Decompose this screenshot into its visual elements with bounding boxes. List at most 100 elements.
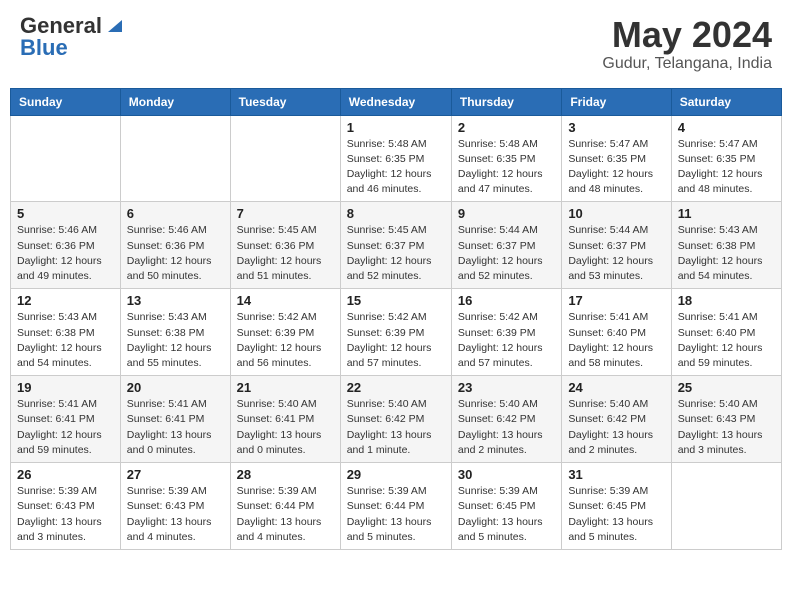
day-number: 16: [458, 293, 555, 308]
calendar-cell: 27Sunrise: 5:39 AM Sunset: 6:43 PM Dayli…: [120, 463, 230, 550]
day-number: 6: [127, 206, 224, 221]
day-of-week-header: Thursday: [451, 88, 561, 115]
calendar-cell: 2 Sunrise: 5:48 AM Sunset: 6:35 PM Daylig…: [451, 115, 561, 202]
day-info: Sunrise: 5:39 AM Sunset: 6:44 PM Dayligh…: [237, 484, 334, 545]
day-info: Sunrise: 5:46 AM Sunset: 6:36 PM Dayligh…: [127, 223, 224, 284]
day-info: Sunrise: 5:48 AM Sunset: 6:35 PM Dayligh…: [347, 137, 445, 198]
day-info: Sunrise: 5:40 AM Sunset: 6:43 PM Dayligh…: [678, 397, 775, 458]
day-of-week-header: Sunday: [11, 88, 121, 115]
calendar-cell: [230, 115, 340, 202]
calendar-cell: 22 Sunrise: 5:40 AM Sunset: 6:42 PM Dayli…: [340, 376, 451, 463]
day-number: 14: [237, 293, 334, 308]
day-info: Sunrise: 5:43 AM Sunset: 6:38 PM Dayligh…: [17, 310, 114, 371]
calendar-cell: 14 Sunrise: 5:42 AM Sunset: 6:39 PM Dayli…: [230, 289, 340, 376]
logo: General Blue: [20, 15, 122, 59]
calendar-cell: 12 Sunrise: 5:43 AM Sunset: 6:38 PM Dayli…: [11, 289, 121, 376]
day-number: 11: [678, 206, 775, 221]
day-number: 5: [17, 206, 114, 221]
calendar-cell: 8Sunrise: 5:45 AM Sunset: 6:37 PM Daylig…: [340, 202, 451, 289]
page-header: General Blue May 2024 Gudur, Telangana, …: [10, 10, 782, 78]
day-info: Sunrise: 5:39 AM Sunset: 6:45 PM Dayligh…: [458, 484, 555, 545]
calendar-week-row: 1 Sunrise: 5:48 AM Sunset: 6:35 PM Daylig…: [11, 115, 782, 202]
calendar-cell: 17 Sunrise: 5:41 AM Sunset: 6:40 PM Dayli…: [562, 289, 671, 376]
day-info: Sunrise: 5:40 AM Sunset: 6:42 PM Dayligh…: [458, 397, 555, 458]
logo-triangle-icon: [104, 16, 122, 34]
calendar-cell: 24 Sunrise: 5:40 AM Sunset: 6:42 PM Dayli…: [562, 376, 671, 463]
day-number: 7: [237, 206, 334, 221]
day-info: Sunrise: 5:40 AM Sunset: 6:42 PM Dayligh…: [568, 397, 664, 458]
day-number: 20: [127, 380, 224, 395]
day-number: 23: [458, 380, 555, 395]
day-info: Sunrise: 5:39 AM Sunset: 6:43 PM Dayligh…: [17, 484, 114, 545]
day-info: Sunrise: 5:42 AM Sunset: 6:39 PM Dayligh…: [237, 310, 334, 371]
day-number: 13: [127, 293, 224, 308]
day-info: Sunrise: 5:40 AM Sunset: 6:42 PM Dayligh…: [347, 397, 445, 458]
calendar-header-row: SundayMondayTuesdayWednesdayThursdayFrid…: [11, 88, 782, 115]
calendar-week-row: 19Sunrise: 5:41 AM Sunset: 6:41 PM Dayli…: [11, 376, 782, 463]
logo-general-text: General: [20, 15, 102, 37]
calendar-cell: 10 Sunrise: 5:44 AM Sunset: 6:37 PM Dayli…: [562, 202, 671, 289]
day-info: Sunrise: 5:44 AM Sunset: 6:37 PM Dayligh…: [568, 223, 664, 284]
calendar-cell: 16Sunrise: 5:42 AM Sunset: 6:39 PM Dayli…: [451, 289, 561, 376]
calendar-cell: 31Sunrise: 5:39 AM Sunset: 6:45 PM Dayli…: [562, 463, 671, 550]
calendar-week-row: 26Sunrise: 5:39 AM Sunset: 6:43 PM Dayli…: [11, 463, 782, 550]
day-info: Sunrise: 5:42 AM Sunset: 6:39 PM Dayligh…: [347, 310, 445, 371]
day-number: 22: [347, 380, 445, 395]
calendar-cell: 3 Sunrise: 5:47 AM Sunset: 6:35 PM Daylig…: [562, 115, 671, 202]
calendar-cell: [11, 115, 121, 202]
day-info: Sunrise: 5:46 AM Sunset: 6:36 PM Dayligh…: [17, 223, 114, 284]
calendar-cell: 13Sunrise: 5:43 AM Sunset: 6:38 PM Dayli…: [120, 289, 230, 376]
day-number: 9: [458, 206, 555, 221]
day-number: 1: [347, 120, 445, 135]
calendar-cell: 15 Sunrise: 5:42 AM Sunset: 6:39 PM Dayli…: [340, 289, 451, 376]
day-number: 24: [568, 380, 664, 395]
calendar-cell: 11 Sunrise: 5:43 AM Sunset: 6:38 PM Dayli…: [671, 202, 781, 289]
title-section: May 2024 Gudur, Telangana, India: [602, 15, 772, 73]
day-info: Sunrise: 5:40 AM Sunset: 6:41 PM Dayligh…: [237, 397, 334, 458]
calendar-cell: 18 Sunrise: 5:41 AM Sunset: 6:40 PM Dayli…: [671, 289, 781, 376]
month-year-title: May 2024: [602, 15, 772, 55]
calendar-cell: 6 Sunrise: 5:46 AM Sunset: 6:36 PM Daylig…: [120, 202, 230, 289]
calendar-cell: 5 Sunrise: 5:46 AM Sunset: 6:36 PM Daylig…: [11, 202, 121, 289]
day-info: Sunrise: 5:41 AM Sunset: 6:40 PM Dayligh…: [568, 310, 664, 371]
day-number: 21: [237, 380, 334, 395]
calendar-cell: 26Sunrise: 5:39 AM Sunset: 6:43 PM Dayli…: [11, 463, 121, 550]
calendar-week-row: 5 Sunrise: 5:46 AM Sunset: 6:36 PM Daylig…: [11, 202, 782, 289]
day-info: Sunrise: 5:41 AM Sunset: 6:41 PM Dayligh…: [127, 397, 224, 458]
day-number: 10: [568, 206, 664, 221]
day-number: 12: [17, 293, 114, 308]
logo-blue-text: Blue: [20, 37, 68, 59]
day-info: Sunrise: 5:44 AM Sunset: 6:37 PM Dayligh…: [458, 223, 555, 284]
calendar-cell: 25Sunrise: 5:40 AM Sunset: 6:43 PM Dayli…: [671, 376, 781, 463]
day-of-week-header: Saturday: [671, 88, 781, 115]
calendar-cell: 23 Sunrise: 5:40 AM Sunset: 6:42 PM Dayli…: [451, 376, 561, 463]
day-number: 29: [347, 467, 445, 482]
day-of-week-header: Friday: [562, 88, 671, 115]
day-info: Sunrise: 5:48 AM Sunset: 6:35 PM Dayligh…: [458, 137, 555, 198]
day-number: 17: [568, 293, 664, 308]
day-number: 2: [458, 120, 555, 135]
day-of-week-header: Wednesday: [340, 88, 451, 115]
day-info: Sunrise: 5:39 AM Sunset: 6:44 PM Dayligh…: [347, 484, 445, 545]
day-number: 4: [678, 120, 775, 135]
day-number: 30: [458, 467, 555, 482]
calendar-cell: 21 Sunrise: 5:40 AM Sunset: 6:41 PM Dayli…: [230, 376, 340, 463]
day-info: Sunrise: 5:47 AM Sunset: 6:35 PM Dayligh…: [678, 137, 775, 198]
day-info: Sunrise: 5:45 AM Sunset: 6:37 PM Dayligh…: [347, 223, 445, 284]
calendar-cell: 7Sunrise: 5:45 AM Sunset: 6:36 PM Daylig…: [230, 202, 340, 289]
calendar-cell: [120, 115, 230, 202]
day-info: Sunrise: 5:47 AM Sunset: 6:35 PM Dayligh…: [568, 137, 664, 198]
calendar-cell: 9 Sunrise: 5:44 AM Sunset: 6:37 PM Daylig…: [451, 202, 561, 289]
location-subtitle: Gudur, Telangana, India: [602, 55, 772, 73]
calendar-cell: 19Sunrise: 5:41 AM Sunset: 6:41 PM Dayli…: [11, 376, 121, 463]
day-number: 3: [568, 120, 664, 135]
day-number: 15: [347, 293, 445, 308]
day-info: Sunrise: 5:41 AM Sunset: 6:41 PM Dayligh…: [17, 397, 114, 458]
day-info: Sunrise: 5:41 AM Sunset: 6:40 PM Dayligh…: [678, 310, 775, 371]
day-info: Sunrise: 5:43 AM Sunset: 6:38 PM Dayligh…: [678, 223, 775, 284]
day-number: 18: [678, 293, 775, 308]
calendar-cell: [671, 463, 781, 550]
day-number: 28: [237, 467, 334, 482]
calendar-table: SundayMondayTuesdayWednesdayThursdayFrid…: [10, 88, 782, 550]
calendar-cell: 29 Sunrise: 5:39 AM Sunset: 6:44 PM Dayli…: [340, 463, 451, 550]
